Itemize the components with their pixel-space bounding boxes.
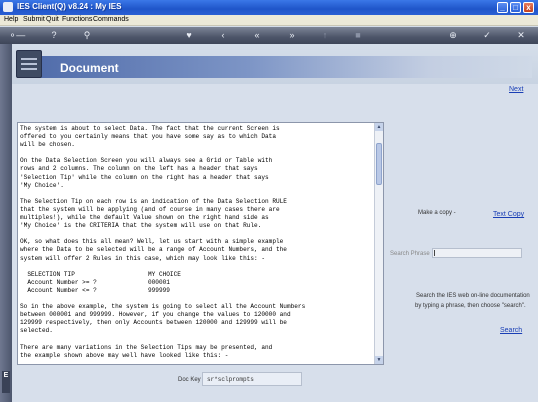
menu-bar: Help Submit Quit Functions Commands: [0, 15, 538, 26]
vertical-scrollbar[interactable]: ▲ ▼: [374, 123, 383, 364]
doc-key-value: sr*sclprompts: [207, 376, 254, 383]
side-tab[interactable]: E: [2, 371, 10, 393]
forward-icon[interactable]: »: [287, 30, 297, 40]
key-icon[interactable]: ⚬—: [6, 30, 28, 40]
search-input[interactable]: [436, 249, 521, 257]
doc-key-label: Doc Key: [178, 377, 201, 383]
document-text-box[interactable]: The system is about to select Data. The …: [17, 122, 384, 365]
add-icon[interactable]: ⊕: [448, 30, 458, 40]
search-help-line-1: Search the IES web on-line documentation: [416, 293, 530, 299]
up-icon[interactable]: ↑: [320, 30, 330, 40]
text-copy-link[interactable]: Text Copy: [493, 211, 524, 218]
main-pane: Next The system is about to select Data.…: [12, 84, 538, 402]
check-icon[interactable]: ✓: [482, 30, 492, 40]
menu-help[interactable]: Help: [4, 16, 18, 23]
document-icon: [16, 50, 42, 78]
document-text: The system is about to select Data. The …: [20, 125, 306, 359]
back-icon[interactable]: ‹: [218, 30, 228, 40]
scroll-thumb[interactable]: [376, 143, 382, 185]
menu-commands[interactable]: Commands: [93, 16, 129, 23]
doc-key-field[interactable]: sr*sclprompts: [202, 372, 302, 386]
toolbar: ⚬— ? ⚲ ♥ ‹ « » ↑ ■ ⊕ ✓ ✕: [0, 27, 538, 44]
app-icon: [3, 2, 13, 12]
help-icon[interactable]: ?: [49, 30, 59, 40]
scroll-up-icon[interactable]: ▲: [375, 123, 383, 131]
close-window-button[interactable]: x: [523, 2, 534, 13]
side-tab-label: E: [3, 372, 9, 379]
scroll-down-icon[interactable]: ▼: [375, 356, 383, 364]
close-icon[interactable]: ✕: [516, 30, 526, 40]
search-icon[interactable]: ⚲: [82, 30, 92, 40]
left-side-strip: E: [0, 44, 12, 402]
stop-icon[interactable]: ■: [353, 30, 363, 40]
window-title: IES Client(Q) v8.24 : My IES: [17, 2, 122, 11]
page-title: Document: [60, 61, 119, 75]
search-help-line-2: by typing a phrase, then choose "search"…: [415, 303, 526, 309]
document-header: Document: [12, 44, 538, 84]
text-caret: [434, 250, 435, 256]
title-bar: IES Client(Q) v8.24 : My IES _ □ x: [0, 0, 538, 15]
rewind-icon[interactable]: «: [252, 30, 262, 40]
next-link[interactable]: Next: [509, 86, 523, 93]
make-copy-label: Make a copy -: [418, 210, 456, 216]
search-link[interactable]: Search: [500, 327, 522, 334]
search-phrase-field[interactable]: [432, 248, 522, 258]
maximize-button[interactable]: □: [510, 2, 521, 13]
menu-functions[interactable]: Functions: [62, 16, 92, 23]
minimize-button[interactable]: _: [497, 2, 508, 13]
search-phrase-label: Search Phrase: [390, 251, 430, 257]
menu-submit[interactable]: Submit: [23, 16, 45, 23]
heart-icon[interactable]: ♥: [184, 30, 194, 40]
menu-quit[interactable]: Quit: [46, 16, 59, 23]
